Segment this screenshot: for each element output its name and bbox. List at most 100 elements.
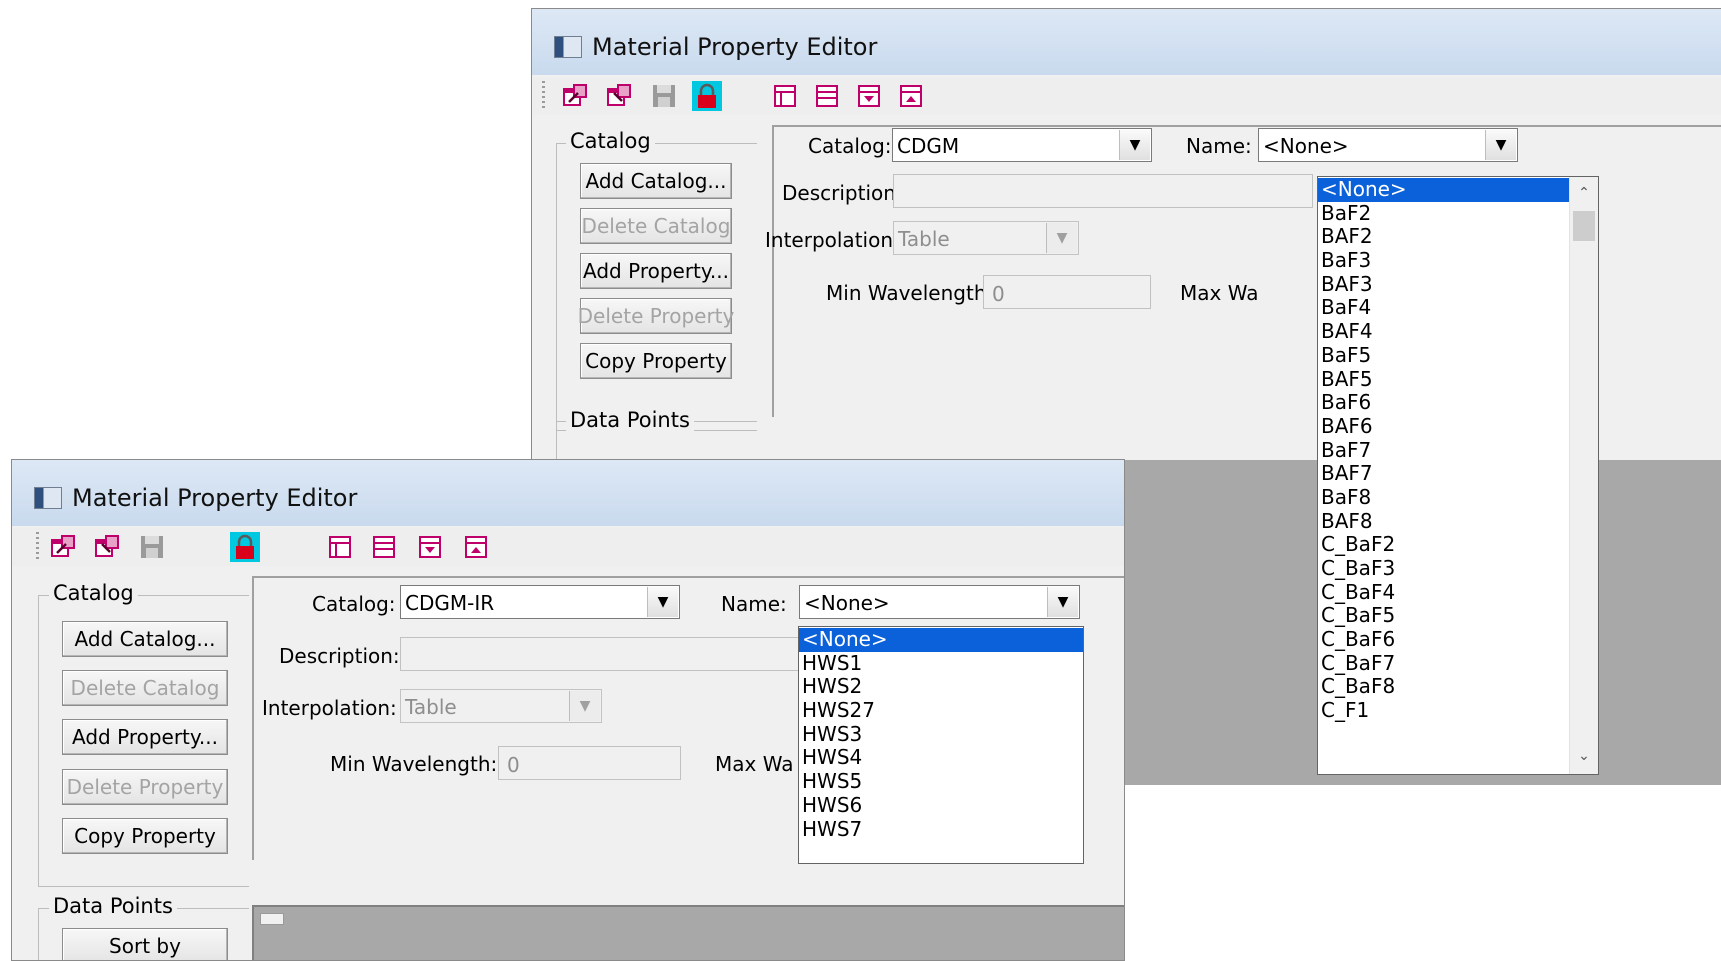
- arrow-down-icon[interactable]: [854, 81, 884, 111]
- toolbar-grip[interactable]: [542, 81, 545, 111]
- description-field[interactable]: [400, 637, 820, 671]
- arrow-down-icon[interactable]: [415, 532, 445, 562]
- front-dropdown-items: <None> HWS1 HWS2 HWS27 HWS3 HWS4 HWS5 HWS6 HWS7: [799, 627, 1083, 842]
- front-dropdown-option[interactable]: HWS7: [799, 817, 1083, 842]
- back-dropdown-option[interactable]: BAF5: [1318, 367, 1569, 392]
- back-dropdown-option[interactable]: BaF2: [1318, 201, 1569, 226]
- copy-property-button[interactable]: Copy Property: [62, 818, 228, 854]
- delete-property-button[interactable]: Delete Property: [62, 769, 228, 805]
- import-icon[interactable]: [48, 532, 78, 562]
- back-dropdown-option[interactable]: C_BaF7: [1318, 651, 1569, 676]
- back-title-bar[interactable]: Material Property Editor: [532, 9, 1721, 75]
- min-wavelength-label: Min Wavelength:: [826, 281, 994, 305]
- back-dropdown-option[interactable]: BaF7: [1318, 438, 1569, 463]
- chevron-down-icon[interactable]: ▼: [1119, 130, 1150, 160]
- front-name-dropdown-list[interactable]: <None> HWS1 HWS2 HWS27 HWS3 HWS4 HWS5 HWS6 HWS7: [798, 626, 1084, 864]
- app-window-icon: [554, 36, 582, 58]
- lock-icon[interactable]: [230, 532, 260, 562]
- export-icon[interactable]: [604, 81, 634, 111]
- app-window-icon: [34, 487, 62, 509]
- front-dropdown-option[interactable]: HWS5: [799, 769, 1083, 794]
- add-catalog-button[interactable]: Add Catalog...: [62, 621, 228, 657]
- back-dropdown-option[interactable]: BAF8: [1318, 509, 1569, 534]
- front-dropdown-option[interactable]: <None>: [799, 627, 1083, 652]
- front-catalog-legend: Catalog: [49, 581, 138, 605]
- back-window-title: Material Property Editor: [592, 33, 878, 61]
- lock-icon[interactable]: [692, 81, 722, 111]
- back-dropdown-items: <None> BaF2 BAF2 BaF3 BAF3 BaF4 BAF4 BaF5 BAF5 Ba…: [1318, 177, 1569, 723]
- back-data-points-legend: Data Points: [566, 408, 694, 432]
- catalog-combo[interactable]: CDGM-IR ▼: [400, 585, 680, 619]
- chevron-down-icon[interactable]: ▼: [1485, 130, 1516, 160]
- back-dropdown-option[interactable]: C_BaF6: [1318, 627, 1569, 652]
- back-toolbar: [532, 77, 1721, 115]
- catalog-combo[interactable]: CDGM ▼: [892, 128, 1152, 162]
- back-dropdown-option[interactable]: BAF4: [1318, 319, 1569, 344]
- arrow-up-icon[interactable]: [461, 532, 491, 562]
- interpolation-combo: Table ▼: [400, 689, 602, 723]
- min-wavelength-value: 0: [992, 282, 1005, 306]
- catalog-value: CDGM: [897, 134, 960, 158]
- arrow-up-icon[interactable]: [896, 81, 926, 111]
- front-dropdown-option[interactable]: HWS2: [799, 675, 1083, 699]
- back-dropdown-option[interactable]: C_BaF8: [1318, 675, 1569, 699]
- back-dropdown-option[interactable]: <None>: [1318, 177, 1569, 202]
- front-dropdown-option[interactable]: HWS3: [799, 722, 1083, 747]
- description-label: Description:: [782, 181, 903, 205]
- back-name-dropdown-list[interactable]: <None> BaF2 BAF2 BaF3 BAF3 BaF4 BAF4 BaF5 BAF5 Ba…: [1317, 176, 1599, 775]
- grid-corner-cell[interactable]: [260, 913, 284, 925]
- scroll-up-icon[interactable]: ⌃: [1570, 181, 1598, 205]
- scroll-thumb[interactable]: [1573, 211, 1595, 241]
- chevron-down-icon[interactable]: ▼: [1047, 587, 1078, 617]
- add-property-button[interactable]: Add Property...: [62, 719, 228, 755]
- back-catalog-legend: Catalog: [566, 129, 655, 153]
- back-dropdown-option[interactable]: C_BaF2: [1318, 533, 1569, 557]
- catalog-label: Catalog:: [808, 134, 892, 158]
- back-dropdown-scrollbar[interactable]: ⌃ ⌄: [1569, 177, 1598, 774]
- description-field[interactable]: [893, 174, 1313, 208]
- back-dropdown-option[interactable]: BAF3: [1318, 272, 1569, 297]
- interpolation-label: Interpolation:: [765, 228, 900, 252]
- back-dropdown-option[interactable]: BaF5: [1318, 343, 1569, 368]
- interpolation-value: Table: [405, 695, 457, 719]
- back-dropdown-option[interactable]: C_BaF5: [1318, 604, 1569, 628]
- back-dropdown-option[interactable]: C_F1: [1318, 698, 1569, 723]
- column-layout-icon[interactable]: [325, 532, 355, 562]
- interpolation-combo: Table ▼: [893, 221, 1079, 255]
- front-dropdown-option[interactable]: HWS6: [799, 793, 1083, 818]
- back-dropdown-option[interactable]: BaF6: [1318, 390, 1569, 415]
- front-dropdown-option[interactable]: HWS1: [799, 651, 1083, 676]
- back-dropdown-option[interactable]: BAF6: [1318, 414, 1569, 439]
- description-label: Description:: [279, 644, 400, 668]
- catalog-value: CDGM-IR: [405, 591, 495, 615]
- add-catalog-button[interactable]: Add Catalog...: [580, 163, 732, 199]
- scroll-down-icon[interactable]: ⌄: [1570, 744, 1598, 768]
- back-dropdown-option[interactable]: C_BaF4: [1318, 580, 1569, 605]
- data-grid-area[interactable]: [252, 905, 1124, 960]
- back-dropdown-option[interactable]: BAF2: [1318, 225, 1569, 249]
- back-dropdown-option[interactable]: BaF8: [1318, 485, 1569, 510]
- back-dropdown-option[interactable]: BAF7: [1318, 462, 1569, 486]
- name-combo[interactable]: <None> ▼: [1258, 128, 1518, 162]
- row-layout-icon[interactable]: [812, 81, 842, 111]
- back-dropdown-option[interactable]: BaF4: [1318, 296, 1569, 320]
- toolbar-grip[interactable]: [36, 532, 39, 562]
- delete-catalog-button[interactable]: Delete Catalog: [580, 208, 732, 244]
- min-wavelength-field: 0: [498, 746, 681, 780]
- column-layout-icon[interactable]: [770, 81, 800, 111]
- back-dropdown-option[interactable]: BaF3: [1318, 248, 1569, 273]
- add-property-button[interactable]: Add Property...: [580, 253, 732, 289]
- row-layout-icon[interactable]: [369, 532, 399, 562]
- name-combo[interactable]: <None> ▼: [799, 585, 1080, 619]
- copy-property-button[interactable]: Copy Property: [580, 343, 732, 379]
- import-icon[interactable]: [560, 81, 590, 111]
- front-dropdown-option[interactable]: HWS27: [799, 698, 1083, 723]
- delete-catalog-button[interactable]: Delete Catalog: [62, 670, 228, 706]
- export-icon[interactable]: [92, 532, 122, 562]
- delete-property-button[interactable]: Delete Property: [578, 298, 734, 334]
- front-title-bar[interactable]: Material Property Editor: [12, 460, 1124, 526]
- front-dropdown-option[interactable]: HWS4: [799, 746, 1083, 770]
- back-dropdown-option[interactable]: C_BaF3: [1318, 556, 1569, 581]
- chevron-down-icon[interactable]: ▼: [647, 587, 678, 617]
- sort-by-button[interactable]: Sort by: [62, 928, 228, 960]
